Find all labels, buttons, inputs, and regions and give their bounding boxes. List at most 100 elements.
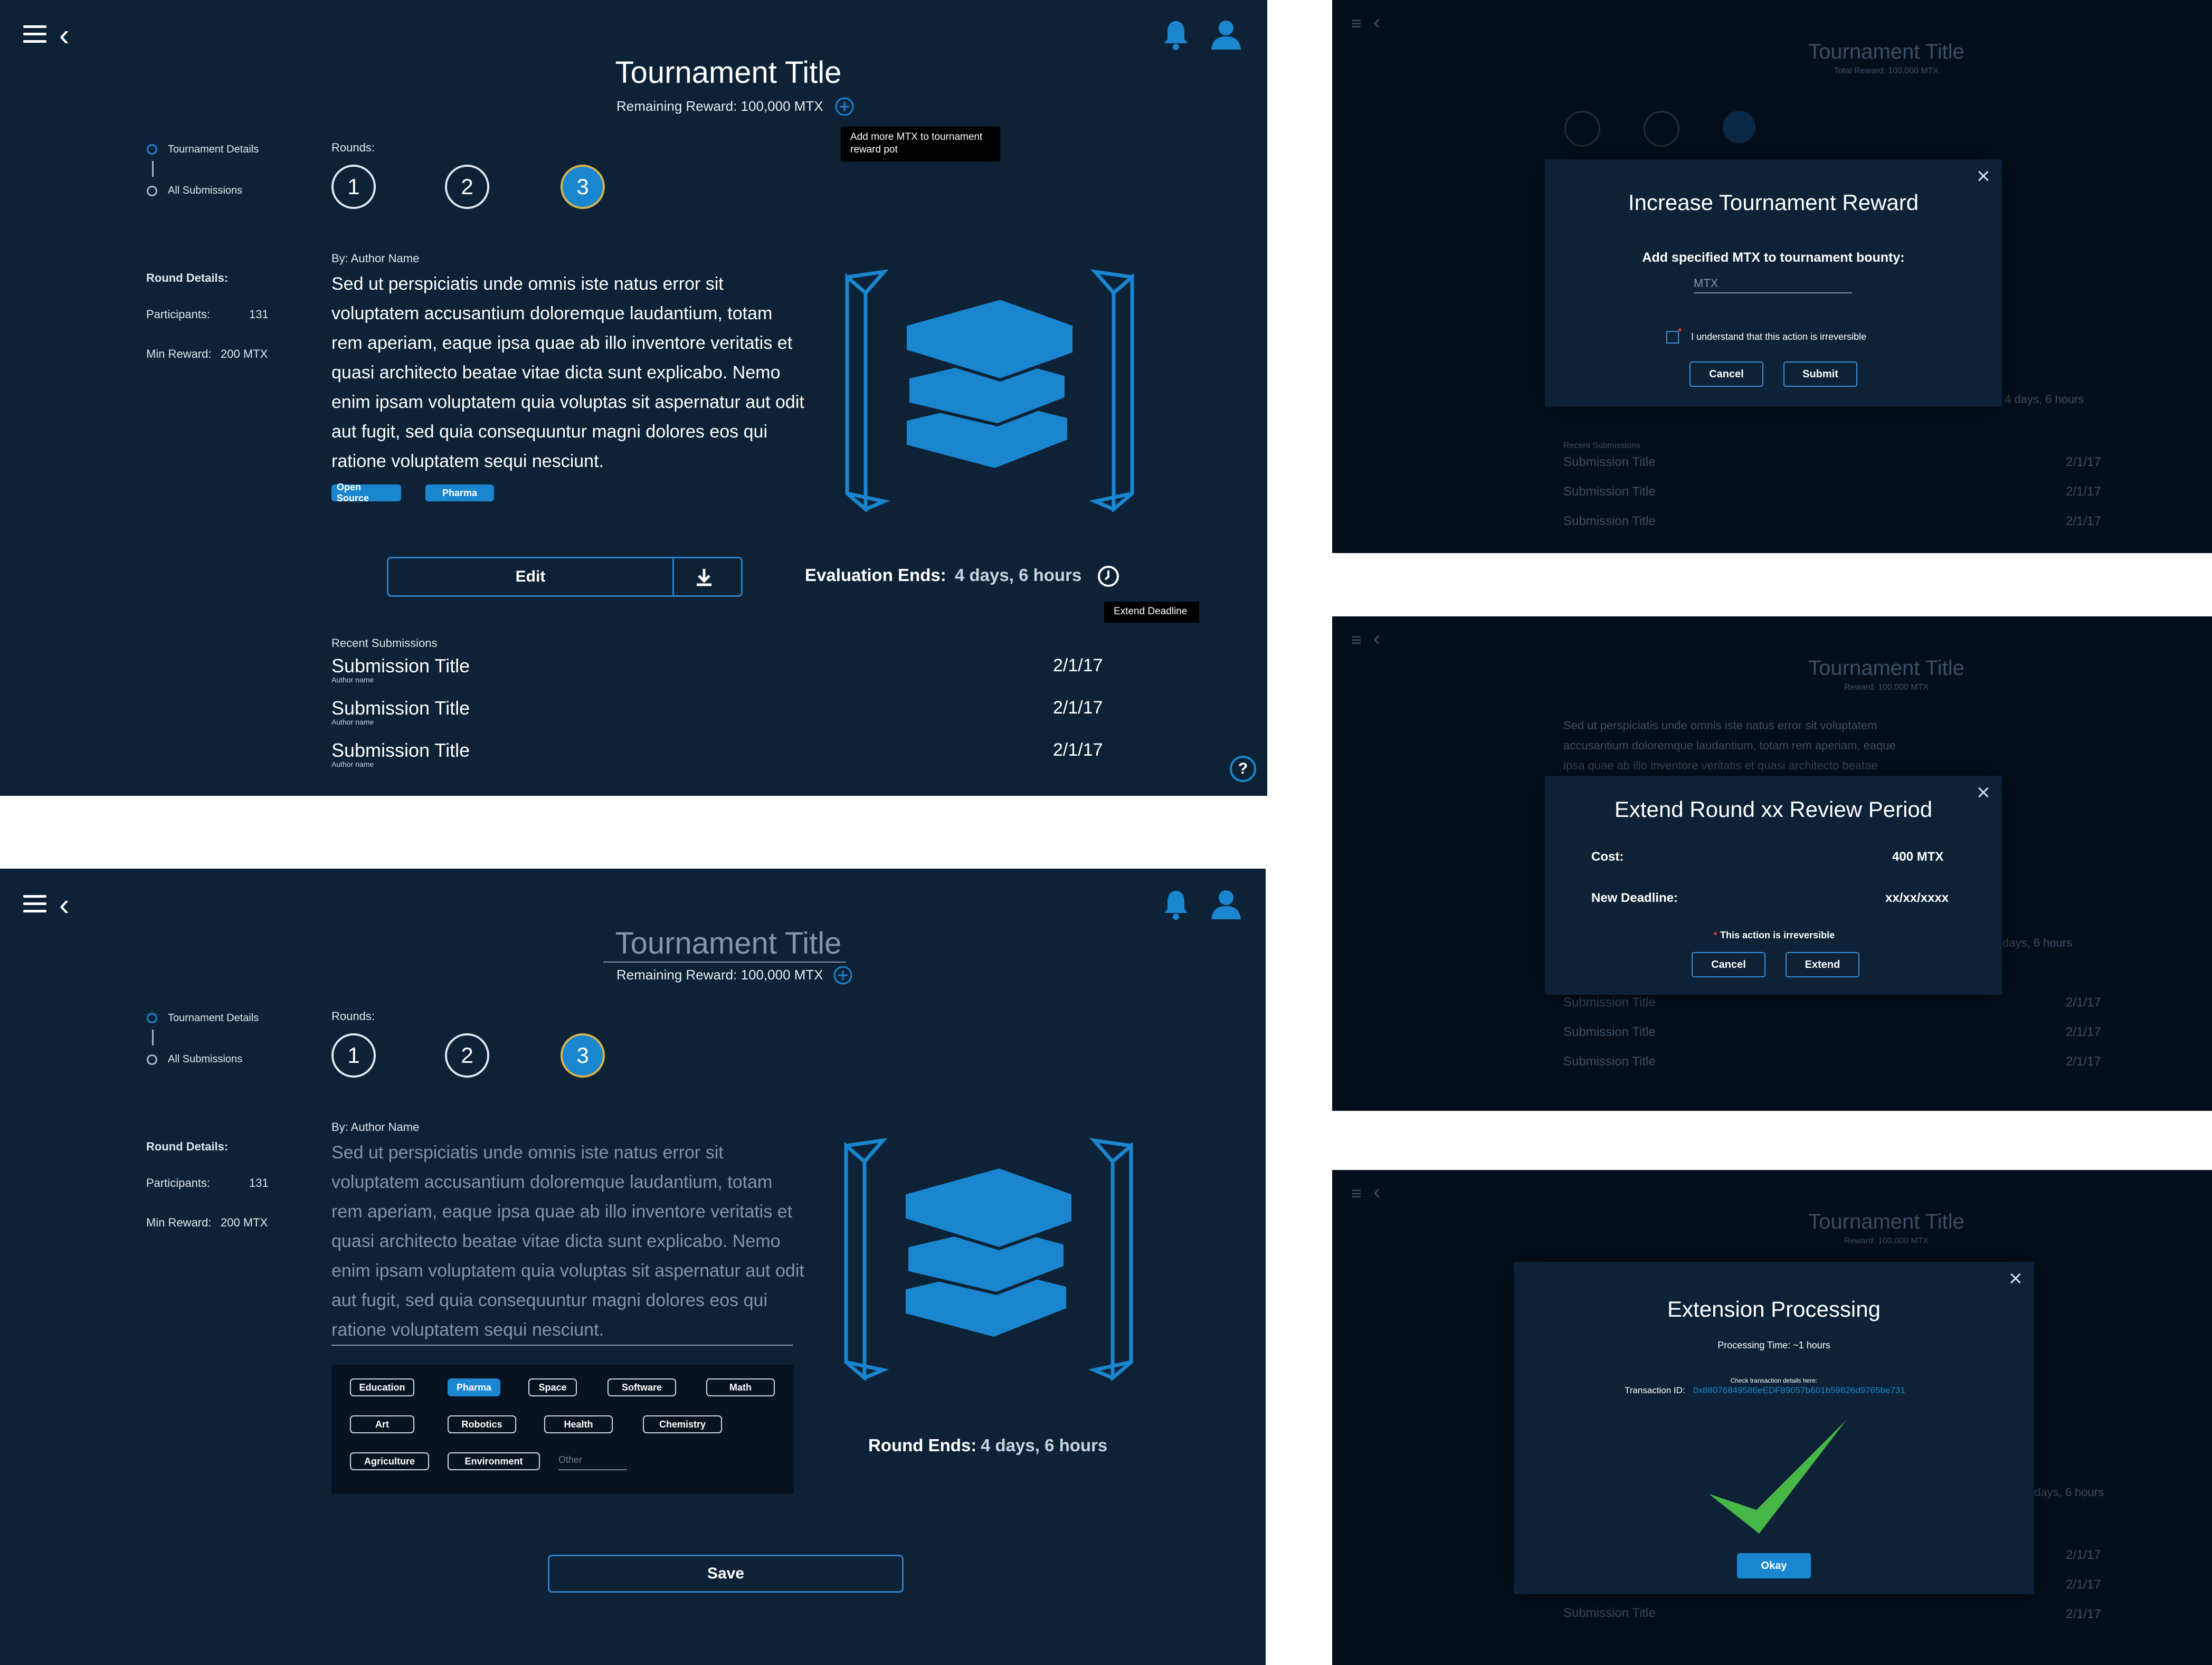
back-chevron-icon[interactable]: ‹ (59, 20, 69, 51)
description-underline (331, 1345, 793, 1346)
background-description: Sed ut perspiciatis unde omnis iste natu… (1563, 719, 1896, 772)
background-eval: days, 6 hours (2002, 936, 2073, 949)
checkbox-label: I understand that this action is irrever… (1691, 331, 1867, 342)
menu-icon[interactable] (23, 895, 46, 917)
nav-radio-submissions[interactable] (147, 186, 157, 196)
edit-button[interactable]: Edit (387, 557, 743, 597)
recent-submissions-heading: Recent Submissions (331, 636, 438, 650)
tournament-edit-screen: ‹ Tournament Title Remaining Reward: 100… (0, 869, 1266, 1665)
submission-title[interactable]: Submission Title (331, 739, 470, 762)
nav-radio-details[interactable] (147, 144, 157, 155)
background-date: 2/1/17 (2066, 455, 2101, 469)
participants-value: 131 (249, 1176, 269, 1190)
category-art[interactable]: Art (350, 1415, 414, 1433)
round-1[interactable]: 1 (331, 165, 376, 209)
submission-author: Author name (331, 760, 374, 768)
category-environment[interactable]: Environment (448, 1452, 540, 1470)
submission-author: Author name (331, 675, 374, 684)
category-education[interactable]: Education (350, 1378, 414, 1396)
nav-tournament-details[interactable]: Tournament Details (168, 144, 259, 156)
round-2[interactable]: 2 (445, 1033, 489, 1078)
nav-all-submissions[interactable]: All Submissions (168, 1053, 242, 1065)
round-3[interactable]: 3 (561, 165, 605, 209)
category-chemistry[interactable]: Chemistry (643, 1415, 722, 1433)
min-reward-value: 200 MTX (221, 1216, 268, 1229)
back-chevron-icon: ‹ (1373, 627, 1381, 650)
category-health[interactable]: Health (544, 1415, 613, 1433)
tournament-screen: ‹ Tournament Title Remaining Reward: 100… (0, 0, 1267, 796)
irreversible-checkbox[interactable] (1666, 331, 1679, 344)
bell-icon[interactable] (1163, 19, 1189, 51)
help-button[interactable]: ? (1230, 756, 1256, 782)
close-icon[interactable]: × (1977, 165, 1990, 188)
background-round-3 (1723, 111, 1755, 144)
background-date: 2/1/17 (2066, 1577, 2101, 1592)
background-submission: Submission Title (1563, 484, 1656, 499)
category-agriculture[interactable]: Agriculture (350, 1452, 429, 1470)
evaluation-ends-label: Evaluation Ends: (805, 565, 946, 585)
background-title: Tournament Title (1808, 657, 1964, 680)
round-3[interactable]: 3 (561, 1033, 605, 1078)
mtx-amount-input[interactable]: MTX (1694, 277, 1718, 290)
cost-label: Cost: (1591, 850, 1624, 864)
save-button[interactable]: Save (548, 1555, 904, 1593)
download-icon[interactable] (694, 567, 715, 588)
nav-all-submissions[interactable]: All Submissions (168, 185, 242, 197)
background-submission: Submission Title (1563, 995, 1656, 1010)
rounds-label: Rounds: (331, 141, 375, 154)
tag-open-source[interactable]: Open Source (331, 482, 401, 503)
rounds-label: Rounds: (331, 1010, 375, 1023)
other-category-input[interactable]: Other (558, 1454, 582, 1466)
books-illustration (845, 269, 1134, 512)
add-reward-icon[interactable] (833, 965, 853, 985)
extend-button[interactable]: Extend (1786, 952, 1859, 977)
round-details-heading: Round Details: (146, 1140, 229, 1153)
submission-title[interactable]: Submission Title (331, 655, 470, 677)
submission-date: 2/1/17 (1053, 655, 1103, 675)
extend-review-modal: × Extend Round xx Review Period Cost: 40… (1545, 776, 2002, 995)
nav-radio-details[interactable] (147, 1013, 157, 1023)
remaining-reward: Remaining Reward: 100,000 MTX (616, 967, 823, 983)
cancel-button[interactable]: Cancel (1689, 361, 1763, 387)
background-round-2 (1644, 111, 1679, 147)
tournament-title-input[interactable]: Tournament Title (0, 926, 1266, 961)
bell-icon[interactable] (1163, 889, 1189, 920)
category-software[interactable]: Software (607, 1378, 676, 1396)
tag-pharma[interactable]: Pharma (425, 484, 494, 501)
modal-title: Increase Tournament Reward (1628, 190, 1919, 215)
close-icon[interactable]: × (2009, 1267, 2023, 1290)
warning-marker (1714, 932, 1717, 935)
category-math[interactable]: Math (706, 1378, 775, 1396)
round-details-heading: Round Details: (146, 271, 229, 284)
back-chevron-icon[interactable]: ‹ (59, 890, 69, 920)
nav-radio-submissions[interactable] (147, 1054, 157, 1065)
menu-icon[interactable] (23, 25, 46, 47)
submission-title[interactable]: Submission Title (331, 697, 470, 719)
round-1[interactable]: 1 (331, 1033, 376, 1078)
remaining-reward: Remaining Reward: 100,000 MTX (616, 98, 823, 114)
background-eval: days, 6 hours (2034, 1486, 2104, 1499)
cost-value: 400 MTX (1892, 850, 1944, 864)
cancel-button[interactable]: Cancel (1692, 952, 1765, 977)
description: Sed ut perspiciatis unde omnis iste natu… (331, 274, 804, 471)
nav-tournament-details[interactable]: Tournament Details (168, 1012, 259, 1024)
submit-button[interactable]: Submit (1783, 361, 1857, 387)
category-pharma[interactable]: Pharma (448, 1378, 500, 1396)
category-robotics[interactable]: Robotics (448, 1415, 516, 1433)
menu-icon: ≡ (1351, 14, 1362, 34)
transaction-id-link[interactable]: 0x88076849586eEDF89057b601b59826d9765be7… (1693, 1385, 1905, 1396)
category-space[interactable]: Space (528, 1378, 577, 1396)
user-icon[interactable] (1210, 19, 1242, 51)
new-deadline-value[interactable]: xx/xx/xxxx (1885, 891, 1949, 906)
nav-divider (152, 1030, 154, 1045)
user-icon[interactable] (1210, 889, 1242, 920)
description-input[interactable]: Sed ut perspiciatis unde omnis iste natu… (331, 1138, 806, 1345)
okay-button[interactable]: Okay (1737, 1553, 1811, 1578)
round-2[interactable]: 2 (445, 165, 489, 209)
participants-label: Participants: (146, 308, 211, 321)
reward-tooltip: Add more MTX to tournament reward pot (841, 127, 1000, 161)
background-date: 2/1/17 (2066, 484, 2101, 499)
add-reward-icon[interactable] (834, 97, 855, 117)
background-submission: Submission Title (1563, 455, 1656, 469)
clock-icon[interactable] (1097, 565, 1120, 588)
